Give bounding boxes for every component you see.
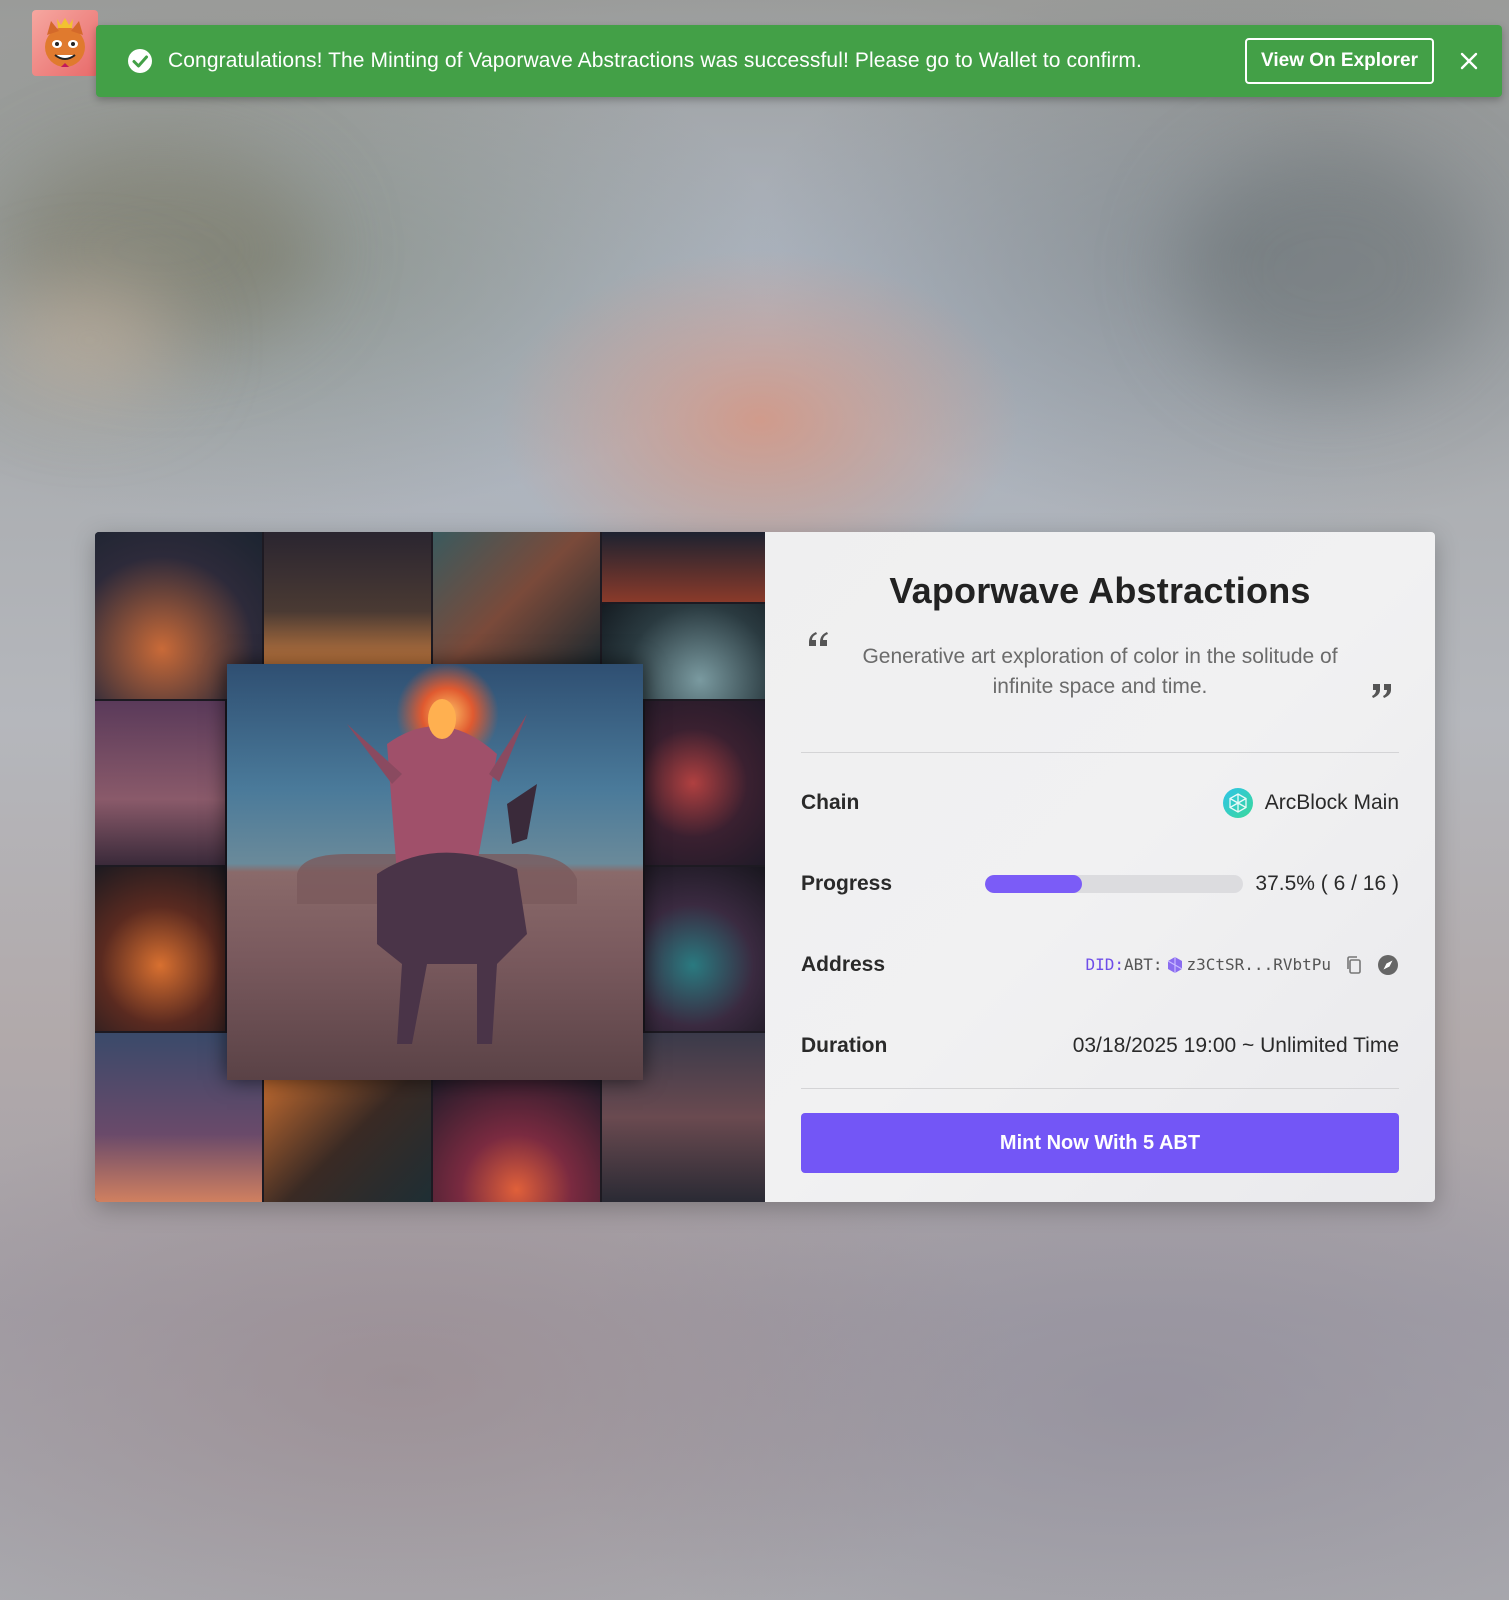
tiger-avatar-icon — [45, 18, 85, 67]
view-on-explorer-button[interactable]: View On Explorer — [1245, 38, 1434, 84]
close-snackbar-button[interactable] — [1454, 46, 1484, 76]
close-quote-icon — [1372, 684, 1391, 698]
close-icon — [1460, 52, 1478, 70]
did-short: z3CtSR...RVbtPu — [1186, 955, 1332, 974]
explorer-compass-icon — [1378, 954, 1398, 975]
progress-label: Progress — [801, 871, 893, 895]
duration-value: 03/18/2025 19:00 ~ Unlimited Time — [1072, 1033, 1399, 1057]
progress-fill — [985, 874, 1083, 893]
collection-description: Generative art exploration of color in t… — [801, 632, 1399, 718]
progress-container: 37.5% ( 6 / 16 ) — [985, 872, 1399, 896]
open-quote-icon — [809, 632, 828, 646]
success-snackbar: Congratulations! The Minting of Vaporwav… — [96, 25, 1502, 97]
collection-artwork — [95, 532, 765, 1202]
collection-info-panel: Vaporwave Abstractions Generative art ex… — [765, 532, 1435, 1202]
chain-value-container: ArcBlock Main — [1222, 787, 1399, 818]
duration-label: Duration — [801, 1033, 888, 1057]
mint-now-button[interactable]: Mint Now With 5 ABT — [801, 1113, 1399, 1173]
did-avatar-icon — [1167, 956, 1182, 973]
chain-label: Chain — [801, 790, 860, 814]
copy-icon — [1347, 955, 1361, 974]
chain-value: ArcBlock Main — [1264, 790, 1399, 814]
arcblock-icon — [1222, 787, 1253, 818]
duration-row: Duration 03/18/2025 19:00 ~ Unlimited Ti… — [801, 1005, 1399, 1086]
progress-text: 37.5% ( 6 / 16 ) — [1255, 871, 1399, 895]
did-address[interactable]: DID: ABT: z3CtSR...RVbtPu — [1085, 954, 1399, 976]
user-avatar[interactable] — [32, 10, 98, 76]
open-explorer-button[interactable] — [1377, 954, 1399, 976]
copy-address-button[interactable] — [1343, 954, 1365, 976]
section-divider — [801, 1088, 1399, 1089]
mint-card: Vaporwave Abstractions Generative art ex… — [95, 532, 1435, 1202]
description-text: Generative art exploration of color in t… — [862, 645, 1338, 698]
progress-bar — [985, 874, 1244, 893]
address-row: Address DID: ABT: z3CtSR...RVbtPu — [801, 924, 1399, 1005]
address-label: Address — [801, 952, 886, 976]
chain-row: Chain ArcBlock Main — [801, 762, 1399, 843]
check-circle-icon — [128, 49, 152, 73]
hero-artwork-image — [227, 664, 643, 1080]
rider-figure-icon — [297, 699, 577, 1044]
snackbar-message: Congratulations! The Minting of Vaporwav… — [168, 49, 1142, 72]
collection-title: Vaporwave Abstractions — [889, 570, 1311, 611]
did-type: ABT: — [1123, 955, 1163, 974]
section-divider — [801, 752, 1399, 753]
progress-row: Progress 37.5% ( 6 / 16 ) — [801, 843, 1399, 924]
did-prefix: DID: — [1085, 955, 1124, 974]
